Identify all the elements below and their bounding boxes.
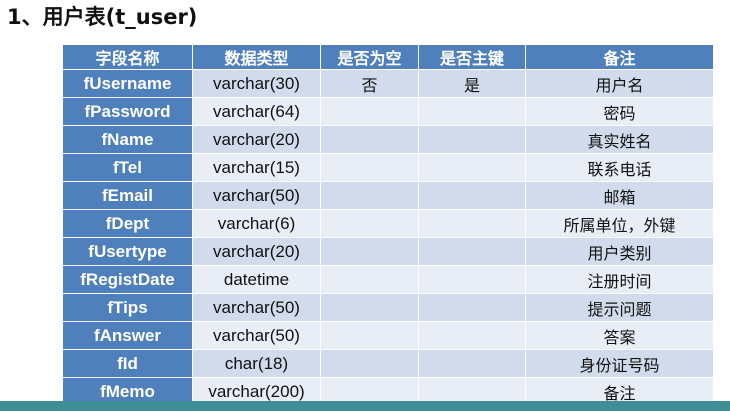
field-name-cell: fUsertype	[62, 237, 193, 266]
table-row: fTel varchar(15) 联系电话	[62, 153, 714, 182]
header-note: 备注	[525, 44, 714, 70]
note-cell: 真实姓名	[525, 125, 714, 154]
field-name-cell: fName	[62, 125, 193, 154]
bottom-accent-bar	[0, 401, 730, 411]
nullable-cell	[320, 237, 419, 266]
note-cell: 密码	[525, 97, 714, 126]
data-type-cell: char(18)	[192, 349, 321, 378]
field-name-cell: fUsername	[62, 69, 193, 98]
data-type-cell: varchar(50)	[192, 181, 321, 210]
table-row: fName varchar(20) 真实姓名	[62, 125, 714, 154]
data-type-cell: varchar(50)	[192, 293, 321, 322]
primary-key-cell	[418, 349, 526, 378]
note-cell: 注册时间	[525, 265, 714, 294]
header-primary-key: 是否主键	[418, 44, 526, 70]
primary-key-cell	[418, 153, 526, 182]
table-header-row: 字段名称 数据类型 是否为空 是否主键 备注	[62, 44, 714, 70]
data-type-cell: varchar(20)	[192, 237, 321, 266]
note-cell: 所属单位，外键	[525, 209, 714, 238]
table-row: fUsername varchar(30) 否 是 用户名	[62, 69, 714, 98]
table-row: fUsertype varchar(20) 用户类别	[62, 237, 714, 266]
note-cell: 邮箱	[525, 181, 714, 210]
nullable-cell	[320, 97, 419, 126]
nullable-cell	[320, 153, 419, 182]
primary-key-cell	[418, 97, 526, 126]
field-name-cell: fRegistDate	[62, 265, 193, 294]
nullable-cell	[320, 209, 419, 238]
data-type-cell: varchar(6)	[192, 209, 321, 238]
data-type-cell: varchar(20)	[192, 125, 321, 154]
table-row: fRegistDate datetime 注册时间	[62, 265, 714, 294]
field-name-cell: fId	[62, 349, 193, 378]
field-name-cell: fTips	[62, 293, 193, 322]
field-name-cell: fTel	[62, 153, 193, 182]
primary-key-cell	[418, 321, 526, 350]
primary-key-cell	[418, 293, 526, 322]
primary-key-cell	[418, 237, 526, 266]
data-type-cell: varchar(64)	[192, 97, 321, 126]
nullable-cell	[320, 321, 419, 350]
data-type-cell: varchar(30)	[192, 69, 321, 98]
user-table: 字段名称 数据类型 是否为空 是否主键 备注 fUsername varchar…	[62, 44, 714, 406]
primary-key-cell: 是	[418, 69, 526, 98]
table-row: fAnswer varchar(50) 答案	[62, 321, 714, 350]
data-type-cell: varchar(50)	[192, 321, 321, 350]
field-name-cell: fPassword	[62, 97, 193, 126]
table-row: fId char(18) 身份证号码	[62, 349, 714, 378]
note-cell: 身份证号码	[525, 349, 714, 378]
primary-key-cell	[418, 209, 526, 238]
nullable-cell	[320, 181, 419, 210]
header-nullable: 是否为空	[320, 44, 419, 70]
note-cell: 用户类别	[525, 237, 714, 266]
nullable-cell: 否	[320, 69, 419, 98]
data-type-cell: varchar(15)	[192, 153, 321, 182]
table-row: fDept varchar(6) 所属单位，外键	[62, 209, 714, 238]
note-cell: 联系电话	[525, 153, 714, 182]
note-cell: 用户名	[525, 69, 714, 98]
nullable-cell	[320, 125, 419, 154]
data-type-cell: datetime	[192, 265, 321, 294]
table-row: fPassword varchar(64) 密码	[62, 97, 714, 126]
primary-key-cell	[418, 265, 526, 294]
field-name-cell: fAnswer	[62, 321, 193, 350]
note-cell: 答案	[525, 321, 714, 350]
nullable-cell	[320, 349, 419, 378]
slide-title: 1、用户表(t_user)	[7, 5, 198, 29]
header-data-type: 数据类型	[192, 44, 321, 70]
table-row: fTips varchar(50) 提示问题	[62, 293, 714, 322]
field-name-cell: fEmail	[62, 181, 193, 210]
primary-key-cell	[418, 181, 526, 210]
nullable-cell	[320, 293, 419, 322]
user-table-container: 字段名称 数据类型 是否为空 是否主键 备注 fUsername varchar…	[62, 44, 714, 407]
nullable-cell	[320, 265, 419, 294]
note-cell: 提示问题	[525, 293, 714, 322]
header-field-name: 字段名称	[62, 44, 193, 70]
field-name-cell: fDept	[62, 209, 193, 238]
table-row: fEmail varchar(50) 邮箱	[62, 181, 714, 210]
primary-key-cell	[418, 125, 526, 154]
